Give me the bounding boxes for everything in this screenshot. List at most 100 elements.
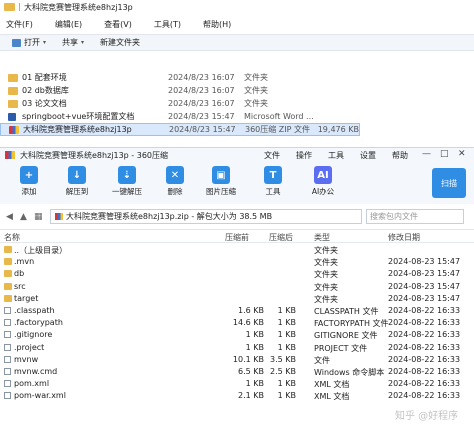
- delete-button[interactable]: ✕ 删除: [154, 166, 196, 197]
- zip-list-item[interactable]: ..（上级目录） 文件夹: [0, 244, 474, 256]
- item-name: .project: [14, 342, 45, 352]
- item-name: ..（上级目录）: [14, 246, 68, 255]
- add-label: 添加: [21, 187, 37, 196]
- col-after[interactable]: 压缩后: [269, 232, 293, 243]
- extract-to-icon: ↓: [68, 166, 86, 184]
- zip-list-item[interactable]: src 文件夹 2024-08-23 15:47: [0, 281, 474, 293]
- add-icon: +: [20, 166, 38, 184]
- file-name: 02 db数据库: [22, 86, 69, 95]
- archive-path-field[interactable]: 大科院竞赛管理系统e8hzj13p.zip - 解包大小为 38.5 MB: [50, 209, 362, 224]
- file-row[interactable]: 02 db数据库 2024/8/23 16:07 文件夹: [0, 84, 360, 97]
- back-arrow-icon[interactable]: ◀: [6, 212, 13, 222]
- zip-toolbar: + 添加 ↓ 解压到 ⇣ 一键解压 ✕ 删除 ▣ 图片压缩 T 工具 AI AI…: [0, 162, 474, 204]
- open-button[interactable]: 打开 ▾: [6, 37, 52, 48]
- zip-file-icon: [9, 125, 19, 134]
- item-date: 2024-08-23 15:47: [388, 269, 461, 279]
- archive-path-text: 大科院竞赛管理系统e8hzj13p.zip - 解包大小为 38.5 MB: [66, 212, 273, 221]
- zip-list-item[interactable]: .factorypath 14.6 KB 1 KB FACTORYPATH 文件 202…: [0, 317, 474, 329]
- new-folder-button[interactable]: 新建文件夹: [94, 37, 146, 48]
- menu-file[interactable]: 文件(F): [6, 19, 33, 30]
- file-name: 03 论文文档: [22, 99, 67, 108]
- zip-menu-settings[interactable]: 设置: [360, 150, 376, 161]
- zip-window: 大科院竞赛管理系统e8hzj13p - 360压缩 文件 操作 工具 设置 帮助…: [0, 147, 474, 426]
- share-button[interactable]: 共享 ▾: [56, 37, 90, 48]
- ai-office-button[interactable]: AI AI办公: [302, 166, 344, 197]
- menu-view[interactable]: 查看(V): [104, 19, 132, 30]
- item-date: 2024-08-22 16:33: [388, 306, 461, 315]
- file-type: 文件夹: [244, 73, 268, 82]
- zip-list-item[interactable]: .mvn 文件夹 2024-08-23 15:47: [0, 256, 474, 268]
- item-date: 2024-08-23 15:47: [388, 293, 461, 303]
- file-row[interactable]: springboot+vue环境配置文档 2024/8/23 15:47 Mic…: [0, 110, 360, 123]
- item-name: mvnw.cmd: [14, 367, 58, 376]
- minimize-icon[interactable]: —: [422, 149, 431, 159]
- extract-to-button[interactable]: ↓ 解压到: [56, 166, 98, 197]
- tools-button[interactable]: T 工具: [252, 166, 294, 197]
- zip-list-item[interactable]: db 文件夹 2024-08-23 15:47: [0, 268, 474, 280]
- file-row[interactable]: 01 配套环境 2024/8/23 16:07 文件夹: [0, 71, 360, 84]
- zip-list-item[interactable]: .gitignore 1 KB 1 KB GITIGNORE 文件 2024-08-22…: [0, 329, 474, 341]
- zip-file-list: ..（上级目录） 文件夹 .mvn 文件夹 2024-08-23 15:47 db 文件夹 2…: [0, 244, 474, 426]
- zip-menu-tools[interactable]: 工具: [328, 150, 344, 161]
- open-icon: [12, 38, 21, 47]
- file-row[interactable]: 03 论文文档 2024/8/23 16:07 文件夹: [0, 97, 360, 110]
- item-name: db: [14, 269, 25, 279]
- menu-tools[interactable]: 工具(T): [154, 19, 181, 30]
- col-modified[interactable]: 修改日期: [388, 232, 420, 243]
- view-icon[interactable]: ▦: [34, 212, 43, 222]
- zip-list-item[interactable]: mvnw.cmd 6.5 KB 2.5 KB Windows 命令脚本 2024-08-…: [0, 366, 474, 378]
- explorer-file-list: 01 配套环境 2024/8/23 16:07 文件夹 02 db数据库 202…: [0, 51, 474, 137]
- zip-list-item[interactable]: mvnw 10.1 KB 3.5 KB 文件 2024-08-22 16:33: [0, 354, 474, 366]
- maximize-icon[interactable]: □: [440, 149, 449, 159]
- item-size-before: 1 KB: [245, 342, 264, 352]
- folder-icon: [8, 73, 18, 82]
- file-type: Microsoft Word ...: [244, 112, 314, 121]
- explorer-titlebar: 大科院竞赛管理系统e8hzj13p: [0, 0, 474, 14]
- item-name: .factorypath: [14, 318, 63, 328]
- watermark: 知乎 @好程序: [395, 411, 459, 422]
- zip-list-item[interactable]: .classpath 1.6 KB 1 KB CLASSPATH 文件 2024-08-…: [0, 305, 474, 317]
- item-type: Windows 命令脚本: [314, 368, 385, 377]
- ai-office-label: AI办公: [311, 187, 335, 196]
- item-type: 文件夹: [314, 294, 338, 304]
- item-type: XML 文档: [314, 392, 350, 402]
- one-click-extract-button[interactable]: ⇣ 一键解压: [106, 166, 148, 197]
- item-size-after: 1 KB: [277, 342, 296, 352]
- zip-menu-file[interactable]: 文件: [264, 150, 280, 161]
- file-type: 文件夹: [244, 86, 268, 95]
- col-compressed[interactable]: 压缩前: [225, 232, 249, 243]
- file-icon: [4, 307, 11, 314]
- item-size-after: 1 KB: [277, 391, 296, 401]
- item-date: 2024-08-22 16:33: [388, 318, 461, 328]
- zip-menu-operate[interactable]: 操作: [296, 150, 312, 161]
- tools-label: 工具: [265, 187, 281, 196]
- folder-icon: [4, 294, 12, 302]
- zip-list-item[interactable]: pom-war.xml 2.1 KB 1 KB XML 文档 2024-08-22 16…: [0, 390, 474, 402]
- explorer-title: 大科院竞赛管理系统e8hzj13p: [24, 2, 133, 12]
- col-type[interactable]: 类型: [314, 232, 330, 243]
- menu-help[interactable]: 帮助(H): [203, 19, 231, 30]
- file-row-selected[interactable]: 大科院竞赛管理系统e8hzj13p 2024/8/23 15:47 360压缩 …: [0, 123, 360, 136]
- item-date: 2024-08-22 16:33: [388, 391, 461, 401]
- image-compress-button[interactable]: ▣ 图片压缩: [200, 166, 242, 197]
- item-type: 文件夹: [314, 258, 338, 268]
- close-icon[interactable]: ✕: [458, 149, 466, 159]
- col-name[interactable]: 名称: [4, 232, 20, 243]
- item-date: 2024-08-22 16:33: [388, 379, 461, 389]
- extract-to-label: 解压到: [65, 187, 89, 196]
- search-input[interactable]: 搜索包内文件: [366, 209, 464, 224]
- word-document-icon: [8, 112, 16, 121]
- file-icon: [4, 392, 11, 400]
- zip-list-item[interactable]: target 文件夹 2024-08-23 15:47: [0, 293, 474, 305]
- up-arrow-icon[interactable]: ▲: [20, 212, 27, 222]
- zip-list-item[interactable]: .project 1 KB 1 KB PROJECT 文件 2024-08-22 16:…: [0, 342, 474, 354]
- add-button[interactable]: + 添加: [8, 166, 50, 197]
- menu-edit[interactable]: 编辑(E): [55, 19, 82, 30]
- scan-button[interactable]: 扫描: [432, 168, 466, 198]
- item-size-before: 6.5 KB: [238, 367, 264, 376]
- zip-list-item[interactable]: pom.xml 1 KB 1 KB XML 文档 2024-08-22 16:33: [0, 378, 474, 390]
- zip-menu-help[interactable]: 帮助: [392, 150, 408, 161]
- folder-icon: [4, 258, 12, 266]
- zip-file-icon: [55, 213, 63, 220]
- title-separator: [19, 3, 20, 11]
